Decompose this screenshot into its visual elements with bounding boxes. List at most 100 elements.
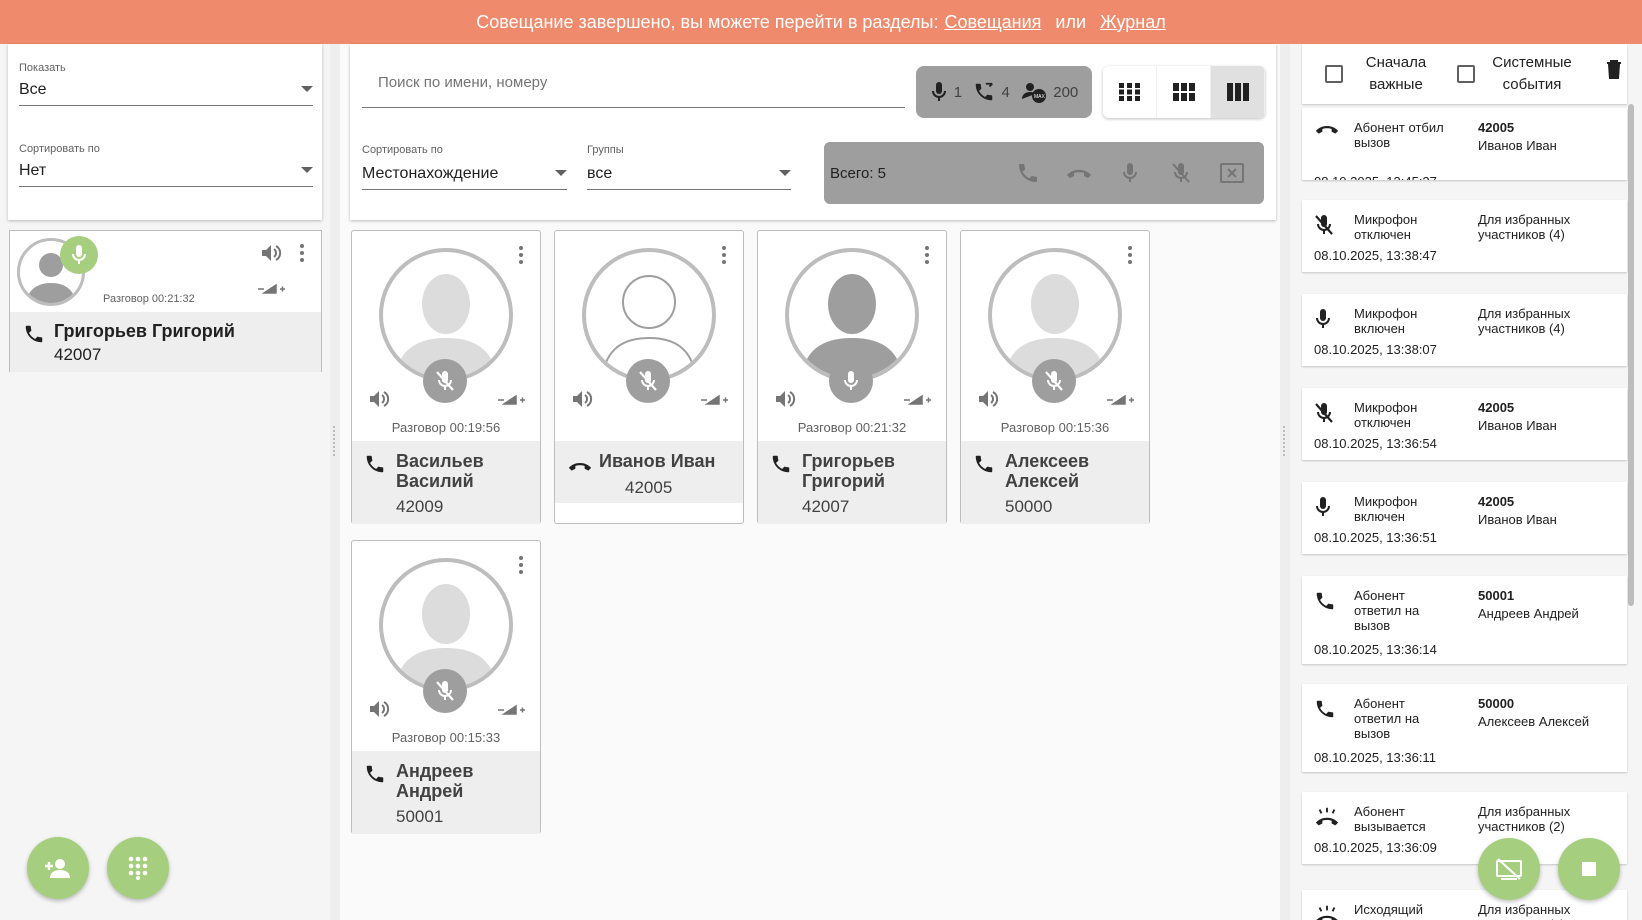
ringing-icon bbox=[1314, 904, 1340, 920]
stop-meeting-button[interactable] bbox=[1558, 838, 1620, 900]
important-first-checkbox[interactable] bbox=[1325, 65, 1343, 83]
more-icon[interactable] bbox=[721, 245, 727, 265]
signal-icon bbox=[256, 283, 286, 295]
speaker-icon[interactable] bbox=[368, 699, 390, 719]
meetings-link[interactable]: Совещания bbox=[944, 12, 1041, 33]
dialpad-icon bbox=[128, 856, 148, 880]
groups-select[interactable]: Группы все bbox=[587, 144, 791, 190]
event-participant-name: Для избранных участников (2) bbox=[1478, 804, 1571, 834]
speaker-card[interactable]: Разговор 00:21:32 Григорьев Григорий 420… bbox=[9, 230, 322, 372]
participant-card[interactable]: Разговор 00:19:56 Васильев Василий 42009 bbox=[351, 230, 541, 524]
phone-icon bbox=[973, 453, 995, 475]
view-switcher bbox=[1103, 66, 1265, 118]
hangup-all-button[interactable] bbox=[1054, 166, 1105, 180]
hangup-icon bbox=[1067, 169, 1092, 178]
ringing-icon bbox=[1314, 806, 1340, 828]
add-participant-button[interactable] bbox=[27, 837, 89, 899]
speaker-icon[interactable] bbox=[977, 389, 999, 409]
view-columns-button[interactable] bbox=[1211, 66, 1265, 118]
participant-name: Григорьев Григорий bbox=[802, 451, 895, 491]
event-item: Абонент ответил на вызов 08.10.2025, 13:… bbox=[1302, 684, 1627, 772]
groups-value: все bbox=[587, 165, 613, 182]
stat-mic-count: 1 bbox=[953, 83, 963, 101]
view-medium-grid-button[interactable] bbox=[1157, 66, 1211, 118]
left-sort-select[interactable]: Сортировать по Нет bbox=[19, 143, 313, 187]
call-all-button[interactable] bbox=[1003, 161, 1054, 185]
event-participant-name: Для избранных участников (2) bbox=[1478, 902, 1571, 920]
participant-card[interactable]: Иванов Иван 42005 bbox=[554, 230, 744, 524]
mic-off-icon bbox=[1314, 402, 1334, 424]
system-events-label: Системные события bbox=[1492, 54, 1572, 93]
mic-off-icon[interactable] bbox=[423, 359, 467, 403]
event-date: 08.10.2025, 13:45:27 bbox=[1314, 174, 1437, 180]
mic-off-icon[interactable] bbox=[423, 669, 467, 713]
mic-icon[interactable] bbox=[829, 359, 873, 403]
dialpad-button[interactable] bbox=[107, 837, 169, 899]
event-date: 08.10.2025, 13:36:09 bbox=[1314, 840, 1437, 855]
mic-off-icon[interactable] bbox=[1032, 359, 1076, 403]
speaker-icon[interactable] bbox=[571, 389, 593, 409]
left-sort-label: Сортировать по bbox=[19, 143, 100, 155]
unmute-all-button[interactable] bbox=[1105, 161, 1156, 185]
system-events-checkbox[interactable] bbox=[1457, 65, 1475, 83]
mic-off-icon bbox=[1172, 163, 1191, 183]
chevron-down-icon bbox=[779, 170, 791, 176]
event-date: 08.10.2025, 13:36:14 bbox=[1314, 642, 1437, 657]
events-scrollbar-thumb[interactable] bbox=[1628, 104, 1634, 606]
more-icon[interactable] bbox=[299, 243, 305, 263]
right-resize-handle[interactable] bbox=[1280, 44, 1290, 920]
show-select[interactable]: Показать Все bbox=[19, 62, 313, 106]
signal-icon bbox=[496, 704, 526, 716]
chevron-down-icon bbox=[301, 167, 313, 173]
remove-all-button[interactable] bbox=[1207, 163, 1258, 183]
event-participant-name: Иванов Иван bbox=[1478, 512, 1557, 527]
participant-card[interactable]: Разговор 00:15:33 Андреев Андрей 50001 bbox=[351, 540, 541, 834]
more-icon[interactable] bbox=[924, 245, 930, 265]
search-input[interactable]: Поиск по имени, номеру bbox=[362, 58, 905, 108]
delete-icon[interactable] bbox=[1606, 59, 1622, 79]
speaker-icon[interactable] bbox=[774, 389, 796, 409]
mute-all-button[interactable] bbox=[1156, 161, 1207, 185]
event-title: Абонент отбил вызов bbox=[1354, 120, 1444, 150]
close-box-icon bbox=[1220, 163, 1245, 183]
signal-icon bbox=[902, 394, 932, 406]
signal-icon bbox=[699, 394, 729, 406]
event-item: Абонент ответил на вызов 08.10.2025, 13:… bbox=[1302, 576, 1627, 664]
event-participant-number: 42005 bbox=[1478, 494, 1515, 509]
event-item: Микрофон отключен 08.10.2025, 13:38:47 Д… bbox=[1302, 200, 1627, 272]
event-item: Микрофон отключен 08.10.2025, 13:36:54 4… bbox=[1302, 388, 1627, 460]
stat-mic: 1 bbox=[930, 81, 962, 103]
journal-link[interactable]: Журнал bbox=[1100, 12, 1166, 33]
event-item: Микрофон включен 08.10.2025, 13:38:07 Дл… bbox=[1302, 294, 1627, 366]
speaker-icon[interactable] bbox=[260, 243, 282, 263]
event-date: 08.10.2025, 13:36:54 bbox=[1314, 436, 1437, 451]
participant-card[interactable]: Разговор 00:21:32 Григорьев Григорий 420… bbox=[757, 230, 947, 524]
more-icon[interactable] bbox=[518, 555, 524, 575]
screen-share-off-button[interactable] bbox=[1478, 838, 1540, 900]
mic-icon bbox=[1314, 496, 1332, 518]
more-icon[interactable] bbox=[518, 245, 524, 265]
event-title: Абонент ответил на вызов bbox=[1354, 696, 1420, 741]
sort-select[interactable]: Сортировать по Местонахождение bbox=[362, 144, 567, 190]
phone-icon bbox=[770, 453, 792, 475]
mic-icon bbox=[60, 236, 98, 274]
stat-calls: 4 bbox=[973, 81, 1010, 103]
event-participant-name: Иванов Иван bbox=[1478, 138, 1557, 153]
mic-icon bbox=[1123, 163, 1138, 182]
speaker-name: Григорьев Григорий bbox=[54, 321, 235, 341]
left-resize-handle[interactable] bbox=[330, 44, 340, 920]
mic-off-icon[interactable] bbox=[626, 359, 670, 403]
view-small-grid-button[interactable] bbox=[1103, 66, 1157, 118]
speaker-number: 42007 bbox=[54, 345, 102, 364]
columns-icon bbox=[1226, 83, 1249, 101]
speaker-icon[interactable] bbox=[368, 389, 390, 409]
event-participant-number: 42005 bbox=[1478, 400, 1515, 415]
event-participant-name: Алексеев Алексей bbox=[1478, 714, 1590, 729]
phone-icon bbox=[1314, 590, 1336, 612]
participant-number: 42009 bbox=[396, 497, 444, 516]
talk-duration: Разговор 00:15:33 bbox=[391, 730, 501, 745]
participant-card[interactable]: Разговор 00:15:36 Алексеев Алексей 50000 bbox=[960, 230, 1150, 524]
event-date: 08.10.2025, 13:38:07 bbox=[1314, 342, 1437, 357]
svg-text:MAX: MAX bbox=[1034, 94, 1046, 100]
more-icon[interactable] bbox=[1127, 245, 1133, 265]
